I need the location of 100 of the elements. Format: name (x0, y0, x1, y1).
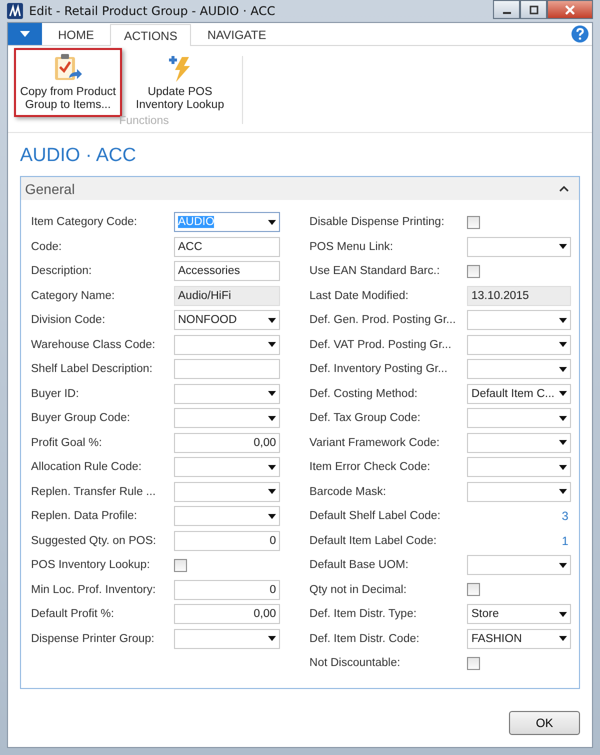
checkbox[interactable] (467, 216, 480, 229)
number-field[interactable]: 0 (174, 530, 280, 551)
field-label: Category Name: (31, 290, 116, 302)
readonly-field: Audio/HiFi (174, 286, 280, 306)
minimize-button[interactable] (493, 0, 520, 19)
field-label: Disable Dispense Printing: (309, 216, 446, 228)
field-label: Not Discountable: (309, 657, 402, 670)
field-label: Dispense Printer Group: (31, 632, 156, 645)
maximize-icon (528, 4, 538, 14)
field-label: Def. VAT Prod. Posting Gr... (309, 338, 452, 351)
readonly-field: 13.10.2015 (467, 286, 572, 306)
field-label: Warehouse Class Code: (31, 338, 156, 351)
dropdown-field[interactable]: Store (467, 604, 572, 624)
caret-icon (559, 636, 568, 642)
dropdown-field[interactable] (467, 408, 572, 428)
field-label: Def. Item Distr. Type: (309, 608, 418, 620)
value-link[interactable]: 1 (467, 534, 568, 548)
minimize-icon (502, 12, 510, 14)
text-field[interactable] (174, 359, 280, 380)
field-label: Default Shelf Label Code: (309, 510, 442, 522)
text-field[interactable]: ACC (174, 236, 280, 257)
value-link[interactable]: 3 (467, 509, 568, 524)
caret-icon (268, 391, 276, 396)
dropdown-field[interactable] (174, 628, 280, 649)
caret-icon (268, 416, 276, 421)
field-label: Qty not in Decimal: (309, 584, 408, 596)
group-label: Functions (118, 115, 169, 127)
checkbox[interactable] (467, 583, 480, 596)
dropdown-field[interactable] (467, 359, 572, 380)
dropdown-field[interactable] (174, 334, 280, 355)
caret-icon (559, 562, 568, 568)
caret-icon (268, 318, 276, 323)
number-field[interactable]: 0,00 (174, 432, 280, 453)
field-label: Replen. Transfer Rule ... (31, 486, 157, 498)
field-label: Replen. Data Profile: (31, 510, 138, 522)
number-field[interactable]: 0 (174, 580, 280, 600)
dropdown-field[interactable]: NONFOOD (174, 310, 280, 330)
dropdown-field[interactable] (467, 310, 572, 330)
caret-icon (268, 342, 276, 348)
dropdown-field[interactable] (467, 482, 572, 502)
field-label: Buyer Group Code: (31, 412, 132, 424)
dropdown-field[interactable] (467, 334, 572, 355)
caret-icon (559, 464, 568, 470)
ok-button[interactable]: OK (509, 711, 580, 735)
checkbox[interactable] (174, 558, 187, 572)
text-field[interactable]: Accessories (174, 261, 280, 282)
dropdown-field[interactable]: FASHION (467, 628, 572, 649)
maximize-button[interactable] (520, 0, 547, 19)
caret-icon (559, 612, 568, 617)
section-header[interactable]: General (21, 177, 579, 200)
dropdown-field[interactable] (174, 506, 280, 526)
page-title: AUDIO · ACC (20, 145, 138, 167)
checkbox[interactable] (467, 264, 480, 278)
field-label: Def. Inventory Posting Gr... (309, 363, 448, 376)
field-label: Profit Goal %: (31, 436, 103, 449)
caret-icon (559, 342, 568, 348)
caret-icon (559, 318, 568, 323)
app-icon (7, 3, 23, 19)
field-label: Buyer ID: (31, 388, 80, 400)
caret-icon (268, 464, 276, 470)
field-label: Item Error Check Code: (309, 461, 432, 474)
dropdown-field[interactable] (174, 384, 280, 404)
caret-icon (268, 220, 276, 225)
checkbox[interactable] (467, 656, 480, 670)
dropdown-field[interactable] (467, 432, 572, 453)
dropdown-field[interactable] (467, 236, 572, 257)
close-button[interactable] (547, 0, 593, 19)
field-label: POS Menu Link: (309, 240, 394, 253)
dropdown-field[interactable] (467, 457, 572, 478)
field-label: Min Loc. Prof. Inventory: (31, 584, 157, 596)
caret-icon (559, 244, 568, 250)
dropdown-field[interactable]: Default Item C... (467, 384, 572, 404)
field-label: Default Base UOM: (309, 559, 410, 572)
caret-icon (559, 366, 568, 372)
field-label: POS Inventory Lookup: (31, 559, 151, 572)
caret-icon (268, 514, 276, 519)
ribbon-tab[interactable]: NAVIGATE (193, 23, 280, 45)
caret-icon (268, 489, 276, 494)
menu-button[interactable] (8, 23, 42, 45)
ribbon-button[interactable]: Update POS Inventory Lookup (126, 48, 234, 117)
ribbon-tab[interactable]: HOME (44, 23, 108, 45)
caret-icon (559, 416, 568, 421)
field-label: Last Date Modified: (309, 290, 410, 302)
dropdown-field[interactable] (174, 457, 280, 478)
help-icon[interactable] (571, 25, 589, 43)
field-label: Def. Item Distr. Code: (309, 632, 420, 645)
number-field[interactable]: 0,00 (174, 604, 280, 624)
field-label: Description: (31, 265, 93, 278)
field-label: Use EAN Standard Barc.: (309, 265, 441, 278)
caret-icon (559, 489, 568, 494)
field-label: Shelf Label Description: (31, 363, 154, 376)
field-label: Item Category Code: (31, 216, 138, 228)
dropdown-field[interactable] (174, 408, 280, 428)
dropdown-field[interactable] (174, 482, 280, 502)
field-label: Def. Gen. Prod. Posting Gr... (309, 314, 457, 326)
field-label: Def. Costing Method: (309, 388, 418, 400)
dropdown-field[interactable] (467, 555, 572, 576)
ribbon-button[interactable]: Copy from Product Group to Items... (14, 48, 122, 117)
ribbon-tab[interactable]: ACTIONS (110, 24, 192, 46)
close-icon (564, 4, 576, 16)
